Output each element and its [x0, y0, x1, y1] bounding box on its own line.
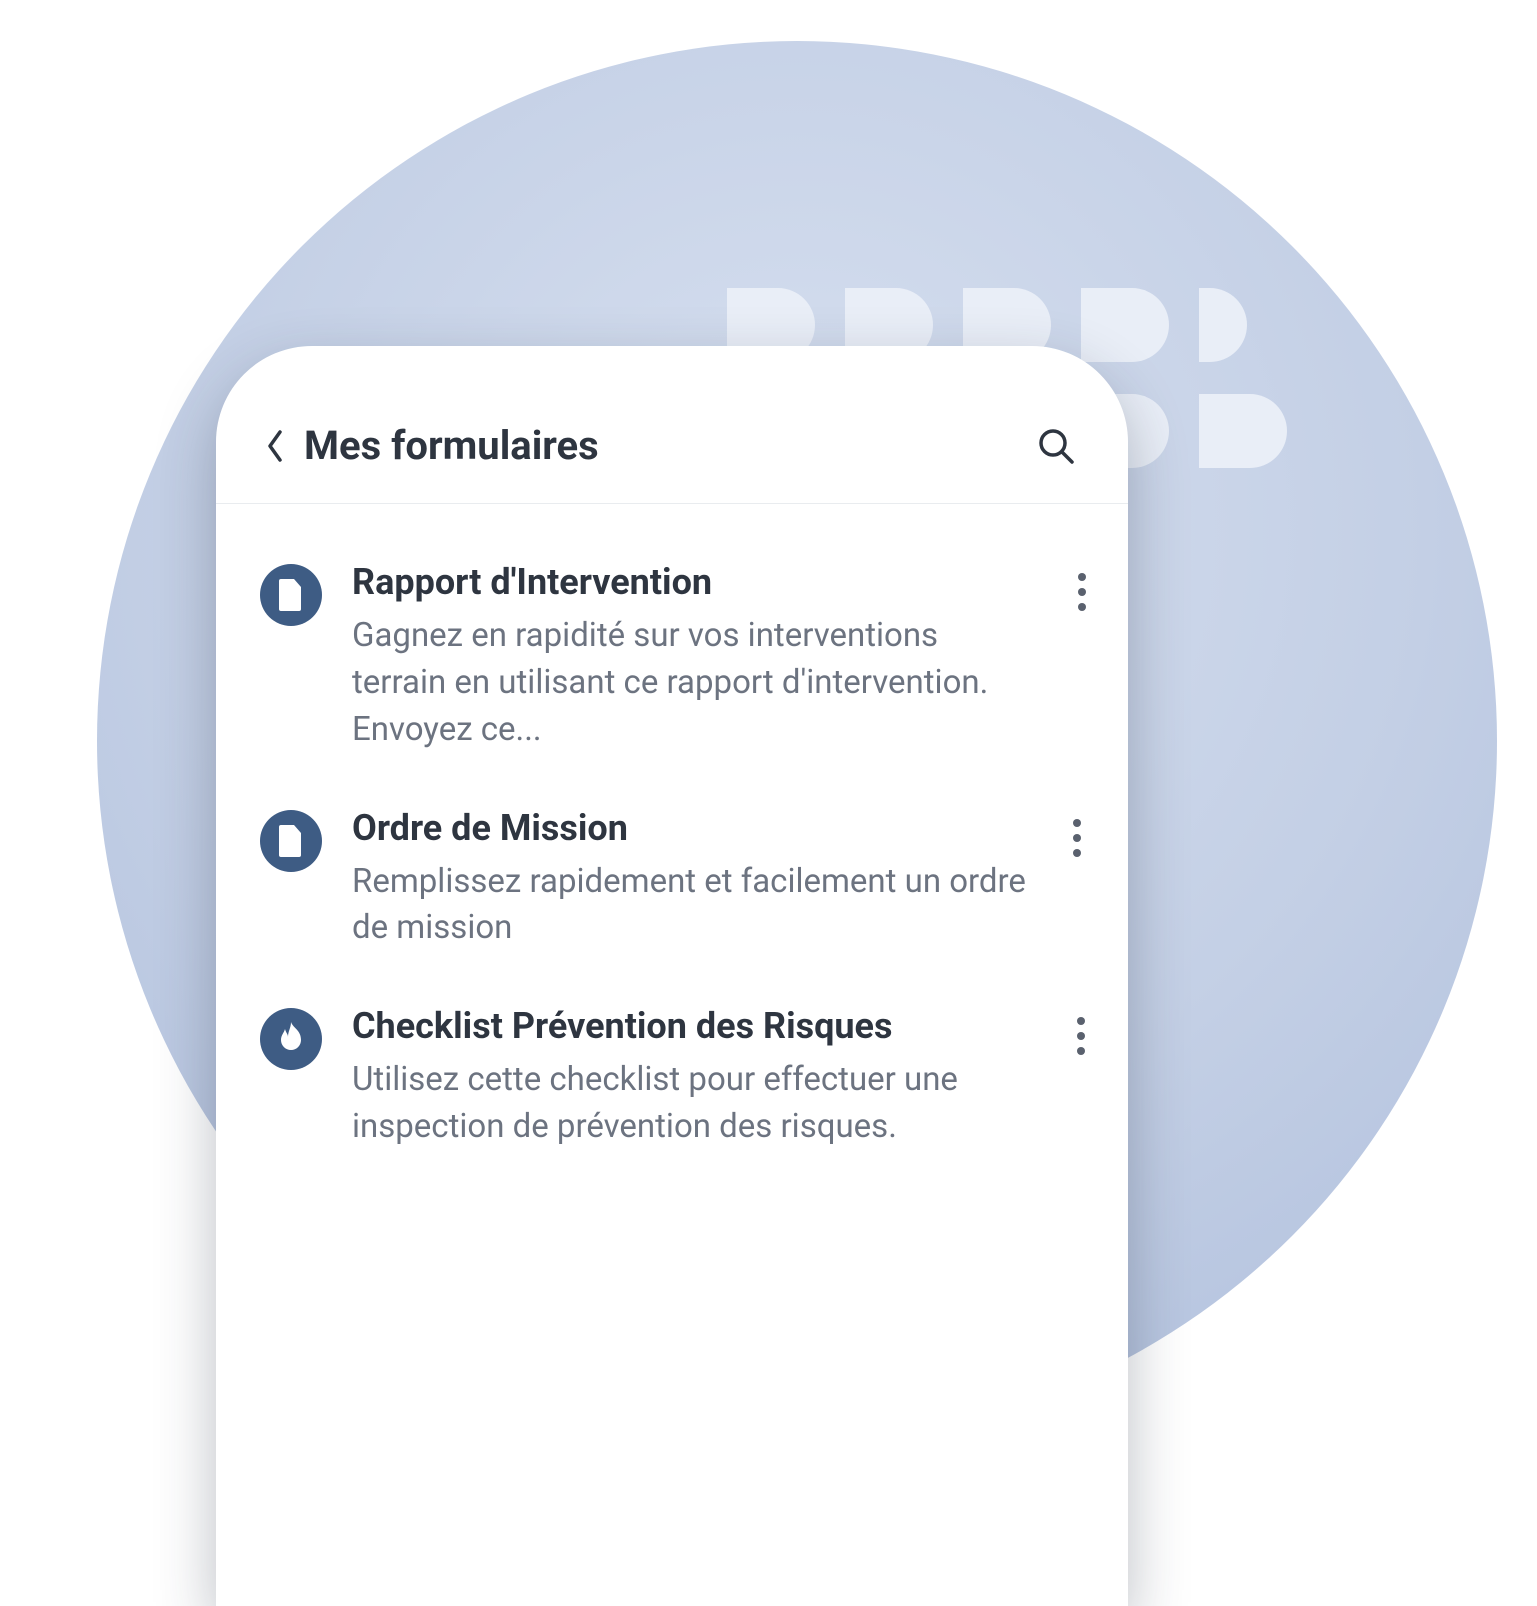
item-content: Checklist Prévention des Risques Utilise… — [352, 1004, 1041, 1151]
item-desc: Remplissez rapidement et facilement un o… — [352, 859, 1026, 953]
item-icon-document — [260, 564, 322, 626]
more-vertical-icon — [1078, 573, 1086, 581]
form-list: Rapport d'Intervention Gagnez en rapidit… — [216, 504, 1128, 1151]
app-header: Mes formulaires — [216, 346, 1128, 504]
item-icon-document — [260, 810, 322, 872]
list-item[interactable]: Rapport d'Intervention Gagnez en rapidit… — [260, 560, 1090, 754]
back-button[interactable] — [266, 430, 284, 462]
search-icon — [1036, 426, 1076, 466]
item-more-button[interactable] — [1075, 570, 1090, 614]
document-icon — [277, 825, 305, 857]
item-title: Checklist Prévention des Risques — [352, 1004, 1033, 1049]
item-content: Ordre de Mission Remplissez rapidement e… — [352, 806, 1034, 953]
item-title: Rapport d'Intervention — [352, 560, 1037, 605]
item-desc: Gagnez en rapidité sur vos interventions… — [352, 613, 1037, 754]
item-more-button[interactable] — [1064, 816, 1090, 860]
phone-frame: Mes formulaires Rapport d'Intervention G… — [216, 346, 1128, 1606]
item-more-button[interactable] — [1071, 1014, 1090, 1058]
chevron-left-icon — [266, 430, 284, 462]
search-button[interactable] — [1036, 426, 1076, 466]
item-title: Ordre de Mission — [352, 806, 1026, 851]
document-icon — [277, 579, 305, 611]
page-title: Mes formulaires — [304, 422, 1016, 469]
more-vertical-icon — [1073, 819, 1081, 827]
fire-icon — [277, 1022, 305, 1056]
item-icon-fire — [260, 1008, 322, 1070]
list-item[interactable]: Ordre de Mission Remplissez rapidement e… — [260, 806, 1090, 953]
more-vertical-icon — [1077, 1017, 1085, 1025]
list-item[interactable]: Checklist Prévention des Risques Utilise… — [260, 1004, 1090, 1151]
item-content: Rapport d'Intervention Gagnez en rapidit… — [352, 560, 1045, 754]
item-desc: Utilisez cette checklist pour effectuer … — [352, 1057, 1033, 1151]
